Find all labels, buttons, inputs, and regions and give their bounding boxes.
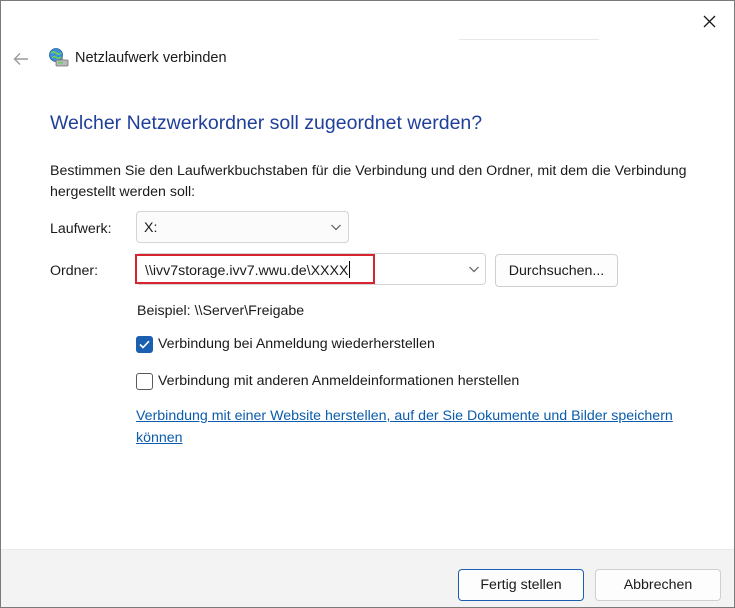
dialog-window: Netzlaufwerk verbinden Welcher Netzwerko… xyxy=(0,0,735,608)
drive-select[interactable]: X: xyxy=(136,211,349,243)
chevron-down-icon[interactable] xyxy=(468,264,480,274)
title-bar-divider xyxy=(459,39,599,40)
drive-selected-value: X: xyxy=(144,220,158,236)
folder-label: Ordner: xyxy=(50,263,99,279)
close-icon xyxy=(703,15,715,27)
checkmark-icon xyxy=(139,340,150,349)
dialog-footer: Fertig stellen Abbrechen xyxy=(1,549,734,607)
dialog-header: Netzlaufwerk verbinden xyxy=(1,43,734,75)
instruction-text: Bestimmen Sie den Laufwerkbuchstaben für… xyxy=(50,163,687,200)
reconnect-checkbox-row[interactable]: Verbindung bei Anmeldung wiederherstelle… xyxy=(136,334,435,354)
other-credentials-checkbox-label: Verbindung mit anderen Anmeldeinformatio… xyxy=(158,373,520,389)
text-caret xyxy=(349,261,351,278)
back-arrow-icon xyxy=(13,53,28,65)
chevron-down-icon xyxy=(331,224,341,231)
page-heading: Welcher Netzwerkordner soll zugeordnet w… xyxy=(50,112,483,134)
drive-label: Laufwerk: xyxy=(50,221,112,237)
browse-button[interactable]: Durchsuchen... xyxy=(495,254,618,287)
reconnect-checkbox-label: Verbindung bei Anmeldung wiederherstelle… xyxy=(158,336,435,352)
finish-button[interactable]: Fertig stellen xyxy=(458,569,584,601)
network-drive-icon xyxy=(49,48,69,67)
back-button[interactable] xyxy=(9,47,33,71)
close-button[interactable] xyxy=(692,7,726,35)
window-title: Netzlaufwerk verbinden xyxy=(75,50,227,66)
folder-input[interactable]: \\ivv7storage.ivv7.wwu.de\XXXX xyxy=(136,253,486,285)
other-credentials-checkbox-row[interactable]: Verbindung mit anderen Anmeldeinformatio… xyxy=(136,371,519,391)
example-text: Beispiel: \\Server\Freigabe xyxy=(137,303,305,319)
folder-input-value: \\ivv7storage.ivv7.wwu.de\XXXX xyxy=(145,261,351,279)
cancel-button[interactable]: Abbrechen xyxy=(595,569,721,601)
other-credentials-checkbox[interactable] xyxy=(136,372,153,390)
website-connection-link[interactable]: Verbindung mit einer Website herstellen,… xyxy=(136,405,716,449)
reconnect-checkbox[interactable] xyxy=(136,335,153,353)
